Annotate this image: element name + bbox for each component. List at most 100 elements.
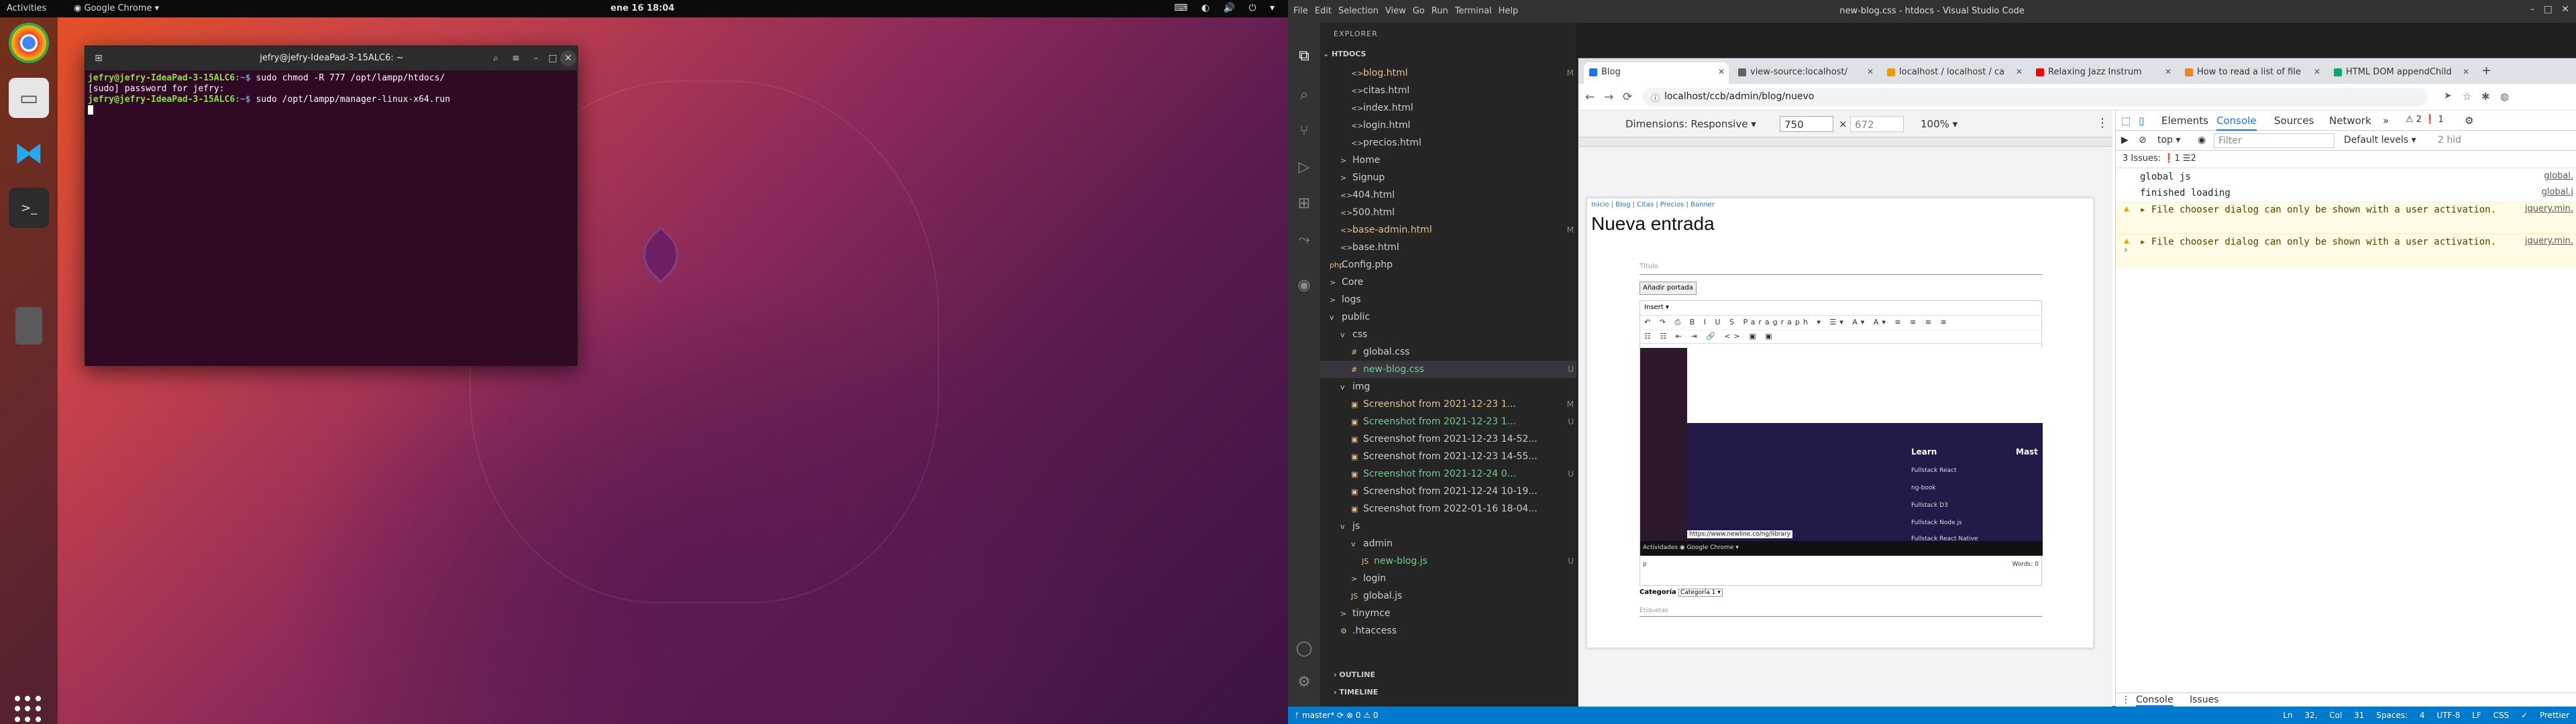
more-options-icon[interactable]: ⋮ [2096, 116, 2108, 130]
console-filter-input[interactable]: Filter [2214, 133, 2334, 148]
reload-icon[interactable]: ⟳ [1623, 90, 1632, 104]
tree-item[interactable]: ▣ Screenshot from 2021-12-23 1... U [1320, 413, 1576, 430]
issues-summary[interactable]: 3 Issues: ❗1 ☰2 [2123, 154, 2196, 164]
activities-button[interactable]: Activities [7, 3, 46, 13]
search-icon[interactable]: ⌕ [1295, 86, 1313, 105]
browser-tab[interactable]: Blog ✕ [1584, 62, 1729, 84]
profile-icon[interactable]: ◍ [2500, 90, 2509, 103]
address-bar[interactable]: ⓘ localhost/ccb/admin/blog/nuevo [1643, 88, 2428, 107]
viewport-width-input[interactable]: 750 [1780, 116, 1833, 132]
system-tray[interactable]: ⌨ ◐ 🔊 ⏻ ▾ [1174, 3, 1280, 13]
tree-item[interactable]: <>base.html [1320, 239, 1576, 256]
console-prompt[interactable]: › [2124, 245, 2128, 255]
tree-item[interactable]: ▣ Screenshot from 2022-01-16 18-04... [1320, 500, 1576, 518]
browser-tab[interactable]: How to read a list of file ✕ [2180, 62, 2324, 84]
console-source-link[interactable]: global. [2544, 171, 2573, 181]
tree-item[interactable]: <>blog.html M [1320, 64, 1576, 82]
tree-item[interactable]: ▣ Screenshot from 2021-12-23 14-55... [1320, 448, 1576, 465]
tree-item[interactable]: ▣ Screenshot from 2021-12-24 10-19... [1320, 483, 1576, 500]
close-tab-icon[interactable]: ✕ [2463, 67, 2469, 76]
tree-item[interactable]: <>login.html [1320, 117, 1576, 134]
console-log[interactable]: global js global. [2116, 170, 2576, 186]
title-input[interactable]: Título [1640, 263, 2042, 275]
settings-gear-icon[interactable]: ⚙ [2465, 115, 2473, 127]
rich-text-editor[interactable]: Insert ▾ ↶ ↷ ⎙ B I U S Paragraph ▾ ☰▾ A▾… [1640, 300, 2043, 586]
tree-item[interactable]: phpConfig.php [1320, 256, 1576, 274]
sidebar-toggle-icon[interactable]: ▶ [2121, 135, 2129, 145]
close-icon[interactable]: ✕ [560, 50, 576, 66]
editor-toolbar-row1[interactable]: ↶ ↷ ⎙ B I U S Paragraph ▾ ☰▾ A▾ A▾ ≡ ≡ ≡… [1640, 316, 2043, 330]
more-tabs-icon[interactable]: » [2383, 115, 2389, 127]
device-toggle-icon[interactable]: ▯ [2139, 115, 2144, 127]
close-tab-icon[interactable]: ✕ [2314, 67, 2320, 76]
editor-toolbar-row2[interactable]: ☷ ☷ ⇤ ⇥ 🔗 <> ▣ ▣ [1640, 330, 2043, 344]
console-source-link[interactable]: jquery.min. [2525, 204, 2573, 214]
log-levels-select[interactable]: Default levels ▾ [2344, 135, 2416, 145]
add-cover-button[interactable]: Añadir portada [1640, 282, 1697, 295]
close-tab-icon[interactable]: ✕ [2016, 67, 2023, 76]
browser-tab[interactable]: view-source:localhost/ ✕ [1733, 62, 1878, 84]
browser-tab[interactable]: HTML DOM appendChild ✕ [2328, 62, 2473, 84]
forward-icon[interactable]: → [1604, 90, 1613, 104]
tree-item[interactable]: <>citas.html [1320, 82, 1576, 99]
run-debug-icon[interactable]: ▷ [1295, 158, 1313, 177]
tab-console[interactable]: Console [2216, 115, 2257, 131]
tree-item[interactable]: > Signup [1320, 169, 1576, 186]
terminal-titlebar[interactable]: ⊞ jefry@jefry-IdeaPad-3-15ALC6: ~ ⌕ ≡ – … [85, 46, 578, 70]
search-icon[interactable]: ⌕ [488, 50, 504, 66]
tab-elements[interactable]: Elements [2161, 115, 2208, 127]
eye-icon[interactable]: ◉ [2198, 135, 2206, 145]
extensions-icon[interactable]: ⊞ [1295, 194, 1313, 213]
drawer-tab-issues[interactable]: Issues [2190, 695, 2219, 705]
viewport-height-input[interactable]: 672 [1850, 116, 1904, 132]
console-warning[interactable]: ▲ ▸ File chooser dialog can only be shown… [2116, 202, 2576, 234]
issues-bar[interactable]: 3 Issues: ❗1 ☰2 [2116, 151, 2576, 168]
extensions-puzzle-icon[interactable]: ✱ [2481, 90, 2490, 103]
clock[interactable]: ene 16 18:04 [610, 3, 674, 13]
tab-network[interactable]: Network [2329, 115, 2371, 127]
tab-sources[interactable]: Sources [2274, 115, 2314, 127]
terminal-window[interactable]: ⊞ jefry@jefry-IdeaPad-3-15ALC6: ~ ⌕ ≡ – … [85, 46, 578, 366]
tree-item[interactable]: > Home [1320, 152, 1576, 169]
issue-badges[interactable]: ⚠ 2 ❗ 1 [2406, 115, 2444, 125]
tags-input[interactable]: Etiquetas [1640, 603, 2042, 617]
source-control-icon[interactable]: ⑂ [1295, 122, 1313, 141]
chrome-icon[interactable] [9, 23, 49, 63]
drawer-tab-console[interactable]: Console [2136, 695, 2174, 707]
drawer-menu-icon[interactable]: ⋮ [2121, 695, 2131, 705]
git-branch-status[interactable]: ᚠ master* ⟳ ⊗ 0 ⚠ 0 [1295, 711, 1379, 720]
tree-item[interactable]: <>500.html [1320, 204, 1576, 221]
tree-item[interactable]: ▣ Screenshot from 2021-12-24 0... U [1320, 465, 1576, 483]
tree-item[interactable]: JS global.js [1320, 587, 1576, 605]
bookmark-star-icon[interactable]: ☆ [2463, 90, 2471, 103]
back-icon[interactable]: ← [1585, 90, 1595, 104]
tree-item[interactable]: <>404.html [1320, 186, 1576, 204]
timeline-section[interactable]: › TIMELINE [1334, 688, 1378, 697]
editor-status-items[interactable]: Ln 32, Col 31 Spaces: 4 UTF-8 LF CSS ✓ P… [2283, 711, 2569, 720]
tree-item[interactable]: # new-blog.css U [1320, 361, 1576, 378]
account-icon[interactable]: ◯ [1295, 640, 1313, 658]
tree-item[interactable]: <>base-admin.html M [1320, 221, 1576, 239]
tree-item[interactable]: <>precios.html [1320, 134, 1576, 152]
tree-item[interactable]: JS new-blog.js U [1320, 552, 1576, 570]
tree-item[interactable]: > logs [1320, 291, 1576, 308]
terminal-icon[interactable]: >_ [9, 188, 49, 228]
tree-item[interactable]: <>index.html [1320, 99, 1576, 117]
zoom-select[interactable]: 100% ▾ [1921, 118, 1957, 130]
show-applications-icon[interactable] [15, 696, 42, 723]
files-icon[interactable]: ▭ [9, 78, 49, 118]
browser-tab[interactable]: localhost / localhost / ca ✕ [1882, 62, 2027, 84]
tree-item[interactable]: v admin [1320, 535, 1576, 552]
share-icon[interactable]: ➤ [2444, 90, 2452, 101]
menu-icon[interactable]: ≡ [508, 50, 524, 66]
root-folder[interactable]: ⌄ HTDOCS [1323, 50, 1366, 58]
close-tab-icon[interactable]: ✕ [2165, 67, 2171, 76]
terminal-output[interactable]: jefry@jefry-IdeaPad-3-15ALC6:~$ sudo chm… [88, 73, 574, 115]
docker-icon[interactable]: ◉ [1295, 276, 1313, 295]
remote-icon[interactable]: ⤳ [1295, 231, 1313, 249]
console-log[interactable]: finished loading global.j [2116, 186, 2576, 202]
dimensions-select[interactable]: Dimensions: Responsive ▾ [1625, 118, 1756, 130]
tree-item[interactable]: v js [1320, 518, 1576, 535]
close-tab-icon[interactable]: ✕ [1718, 67, 1725, 76]
settings-gear-icon[interactable]: ⚙ [1295, 673, 1313, 692]
